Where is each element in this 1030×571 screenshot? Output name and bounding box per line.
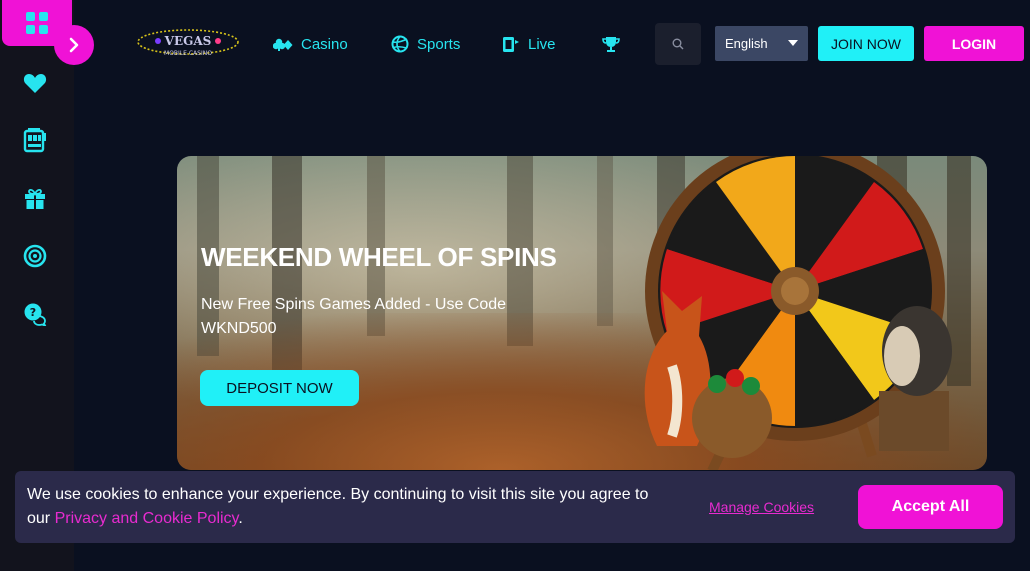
heart-icon [23,74,47,93]
wheel-of-spins-illustration [644,156,952,470]
sidebar-item-live-casino[interactable] [20,241,50,271]
nav-sports-label: Sports [417,35,461,53]
promo-banner[interactable]: WEEKEND WHEEL OF SPINS New Free Spins Ga… [177,156,987,470]
cookie-message: We use cookies to enhance your experienc… [27,483,667,531]
sidebar-item-slots[interactable] [20,125,50,155]
svg-text:VEGAS: VEGAS [164,34,212,48]
nav-sports[interactable]: Sports [391,33,460,55]
privacy-policy-link[interactable]: Privacy and Cookie Policy [55,510,239,527]
join-now-button[interactable]: JOIN NOW [818,26,914,61]
language-value: English [725,36,768,51]
cookie-text-after: . [238,510,243,527]
sidebar-item-favourites[interactable] [20,68,50,98]
chevron-right-icon [69,37,79,53]
cards-icon [273,38,293,51]
language-select[interactable]: English [715,26,808,61]
expand-sidebar-button[interactable] [54,25,94,65]
deposit-now-button[interactable]: DEPOSIT NOW [200,370,359,406]
vegas-logo-icon: VEGAS MOBILE CASINO [137,29,239,57]
ball-icon [391,35,409,53]
login-button[interactable]: LOGIN [924,26,1024,61]
nav-casino-label: Casino [301,35,348,53]
site-logo[interactable]: VEGAS MOBILE CASINO [136,28,240,58]
support-chat-icon: ? [24,303,47,326]
svg-text:MOBILE CASINO: MOBILE CASINO [164,50,212,57]
sidebar-item-support[interactable]: ? [20,299,50,329]
nav-live[interactable]: Live [502,33,556,55]
chip-icon [23,244,47,268]
cookie-banner: We use cookies to enhance your experienc… [15,471,1015,543]
manage-cookies-link[interactable]: Manage Cookies [709,499,814,515]
gift-icon [25,188,45,209]
nav-live-label: Live [528,35,556,53]
live-icon [503,37,519,52]
chevron-down-icon [788,40,798,46]
grid-icon [26,12,48,34]
nav-tournaments[interactable] [602,33,620,55]
search-icon [672,38,684,50]
accept-all-button[interactable]: Accept All [858,485,1003,529]
banner-subtitle: New Free Spins Games Added - Use Code WK… [201,296,507,337]
banner-title: WEEKEND WHEEL OF SPINS [201,242,557,272]
trophy-icon [602,37,620,52]
slot-machine-icon [23,128,46,153]
svg-text:?: ? [30,306,36,319]
nav-casino[interactable]: Casino [273,33,348,55]
search-button[interactable] [655,23,701,65]
sidebar-item-promotions[interactable] [20,183,50,213]
